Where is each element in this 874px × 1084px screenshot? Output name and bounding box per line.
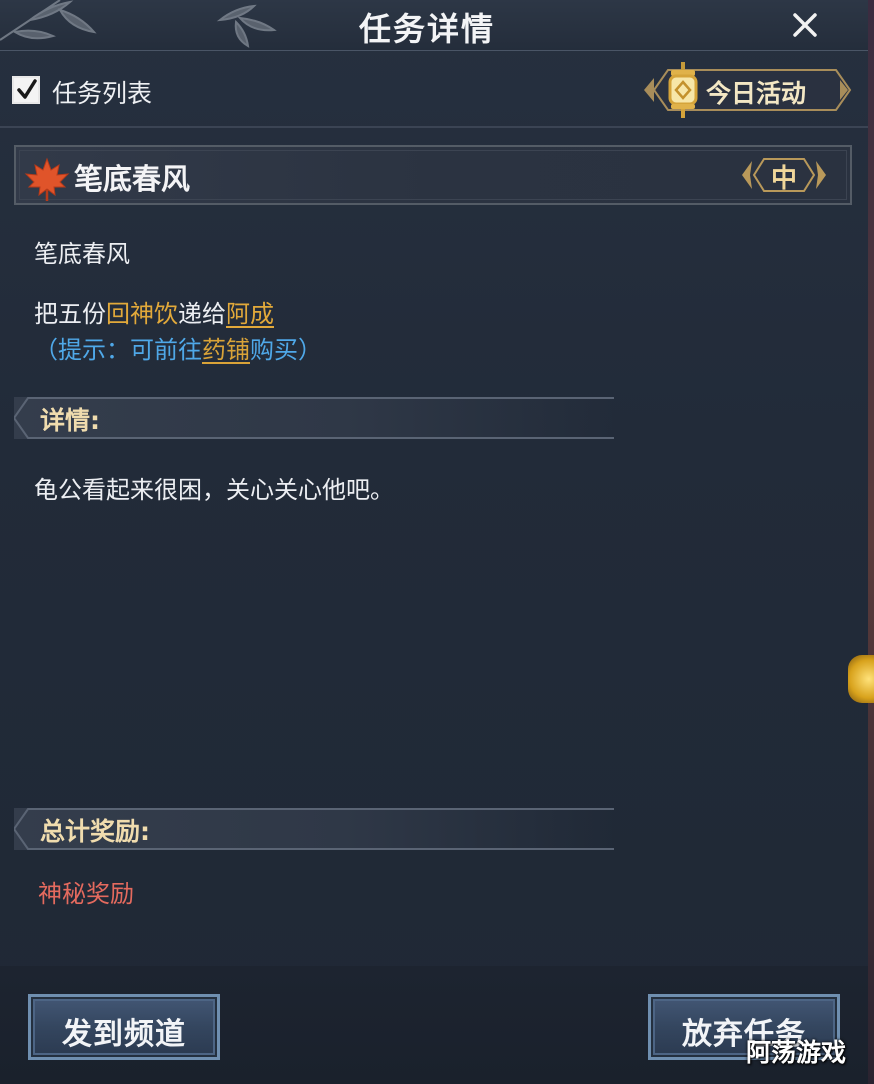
difficulty-badge: 中 (740, 155, 828, 195)
difficulty-label: 中 (770, 164, 797, 194)
task-name: 笔底春风 (34, 240, 130, 268)
task-hint: （提示：可前往药铺购买） (34, 330, 322, 365)
rewards-section-header: 总计奖励: (14, 808, 614, 850)
details-section-header: 详情: (14, 397, 614, 439)
share-to-channel-button[interactable]: 发到频道 (28, 994, 220, 1060)
background-scene-edge (868, 0, 874, 1084)
rewards-heading: 总计奖励: (40, 817, 150, 846)
section-bar-frame (14, 397, 614, 439)
checkmark-icon (17, 79, 37, 99)
task-objective: 把五份回神饮递给阿成 (34, 294, 274, 329)
lantern-icon (668, 62, 698, 118)
task-list-checkbox[interactable] (12, 76, 40, 104)
task-header: 笔底春风 中 (14, 145, 852, 205)
today-activity-button[interactable]: 今日活动 (640, 60, 852, 120)
objective-middle: 递给 (178, 300, 226, 328)
objective-npc-link[interactable]: 阿成 (226, 300, 274, 328)
objective-prefix: 把五份 (34, 300, 106, 328)
close-icon (793, 13, 817, 37)
hint-place-link[interactable]: 药铺 (202, 336, 250, 364)
objective-item: 回神饮 (106, 300, 178, 328)
divider (0, 126, 868, 128)
watermark: 阿荡游戏 (746, 1038, 847, 1067)
share-button-label: 发到频道 (62, 1017, 186, 1052)
title-bar: 任务详情 (0, 0, 868, 51)
task-list-label: 任务列表 (52, 79, 153, 108)
maple-leaf-icon (24, 157, 70, 201)
details-text: 龟公看起来很困，关心关心他吧。 (34, 476, 394, 504)
window-title: 任务详情 (358, 10, 495, 48)
today-activity-label: 今日活动 (706, 79, 807, 108)
hint-close: 购买） (250, 336, 322, 364)
side-lamp-icon (848, 655, 874, 703)
task-detail-panel: 任务详情 任务列表 今日活动 笔底春风 中 笔底春风 把五份回神饮递给阿成 （提… (0, 0, 868, 1084)
details-heading: 详情: (40, 406, 100, 435)
hint-open: （提示：可前往 (34, 336, 202, 364)
close-button[interactable] (786, 6, 824, 44)
reward-item: 神秘奖励 (38, 880, 134, 908)
task-title: 笔底春风 (74, 162, 191, 196)
